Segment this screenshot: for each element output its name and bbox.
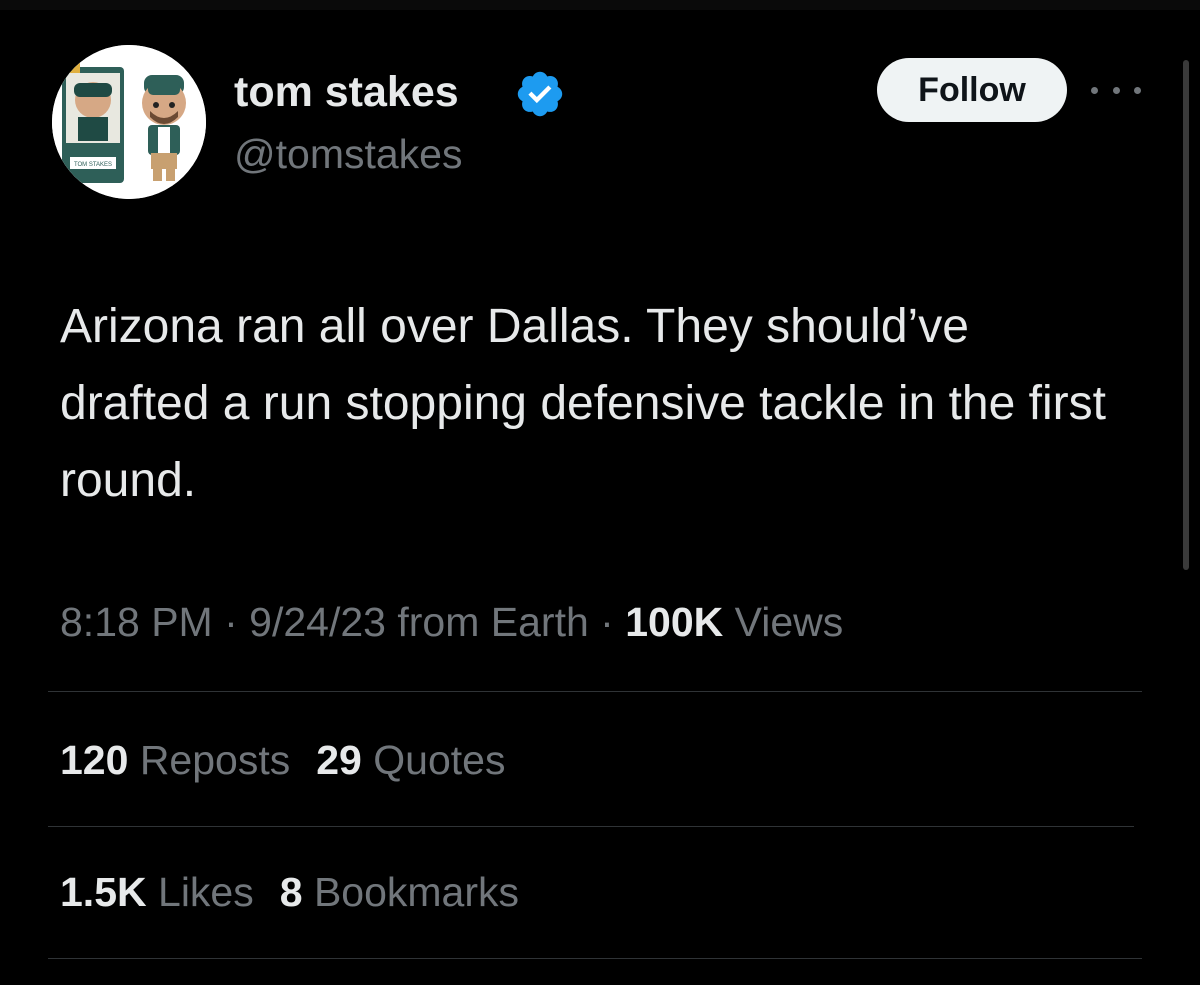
tweet-date[interactable]: 9/24/23: [249, 599, 386, 645]
quotes-label: Quotes: [373, 737, 506, 783]
reposts-stat[interactable]: 120 Reposts: [60, 730, 290, 790]
avatar-box-label: TOM STAKES: [74, 162, 112, 168]
tweet-metadata: 8:18 PM · 9/24/23 from Earth · 100K View…: [60, 592, 843, 652]
tweet-time[interactable]: 8:18 PM: [60, 599, 213, 645]
views-count: 100K: [625, 599, 724, 645]
bookmarks-stat[interactable]: 8 Bookmarks: [280, 862, 519, 922]
tweet-source: from Earth: [397, 599, 589, 645]
more-dot: [1134, 86, 1141, 94]
engagement-row-likes-bookmarks: 1.5K Likes 8 Bookmarks: [60, 862, 545, 922]
likes-count: 1.5K: [60, 869, 147, 915]
more-dot: [1091, 86, 1098, 94]
more-dots-icon[interactable]: [1091, 78, 1141, 102]
meta-separator: ·: [224, 599, 238, 645]
divider: [48, 691, 1142, 692]
avatar[interactable]: TOM STAKES: [52, 45, 206, 199]
more-dot: [1112, 86, 1120, 94]
window-top-bar: [0, 0, 1200, 10]
author-display-name[interactable]: tom stakes: [234, 66, 459, 118]
follow-button[interactable]: Follow: [877, 58, 1067, 122]
meta-separator: ·: [600, 599, 614, 645]
bookmarks-count: 8: [279, 869, 303, 915]
quotes-count: 29: [316, 737, 362, 783]
reposts-count: 120: [60, 737, 129, 783]
author-handle[interactable]: @tomstakes: [234, 128, 462, 180]
views-label: Views: [734, 599, 844, 645]
quotes-stat[interactable]: 29 Quotes: [316, 730, 505, 790]
reposts-label: Reposts: [139, 737, 291, 783]
divider: [48, 826, 1134, 827]
tweet-text: Arizona ran all over Dallas. They should…: [60, 300, 1106, 507]
divider: [48, 958, 1142, 959]
engagement-row-reposts-quotes: 120 Reposts 29 Quotes: [60, 730, 531, 790]
likes-label: Likes: [158, 869, 254, 915]
likes-stat[interactable]: 1.5K Likes: [60, 862, 254, 922]
scrollbar[interactable]: [1183, 60, 1189, 570]
verified-badge-icon: [517, 71, 563, 117]
funko-pop-avatar: TOM STAKES: [52, 45, 206, 199]
bookmarks-label: Bookmarks: [313, 869, 520, 915]
